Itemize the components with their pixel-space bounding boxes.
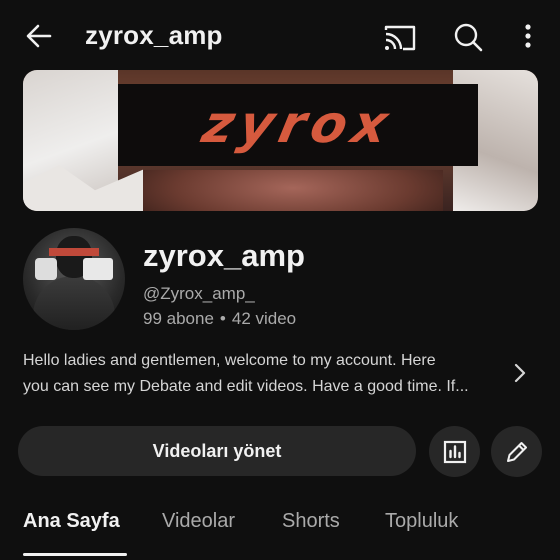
video-count: 42 video: [231, 309, 297, 328]
stats-separator: •: [219, 309, 226, 328]
top-app-bar: zyrox_amp: [0, 0, 560, 70]
channel-page: zyrox_amp zyrox zyrox_amp @Zyrox_amp_ 99…: [0, 0, 560, 560]
description-line: you can see my Debate and edit videos. H…: [23, 378, 469, 395]
avatar[interactable]: [23, 228, 125, 330]
edit-channel-button[interactable]: [491, 426, 542, 477]
more-vertical-icon: [525, 24, 531, 48]
channel-description[interactable]: Hello ladies and gentlemen, welcome to m…: [23, 348, 501, 400]
description-line: Hello ladies and gentlemen, welcome to m…: [23, 352, 436, 369]
header-title: zyrox_amp: [85, 20, 223, 50]
more-options-button[interactable]: [510, 18, 546, 58]
avatar-body: [33, 276, 115, 330]
active-tab-indicator: [23, 553, 127, 556]
tab-videos[interactable]: Videolar: [162, 510, 235, 533]
avatar-tag: [83, 258, 113, 280]
channel-banner: zyrox: [23, 70, 538, 211]
back-button[interactable]: [20, 16, 60, 56]
avatar-band: [49, 248, 99, 256]
description-expand-button[interactable]: [508, 360, 532, 386]
search-button[interactable]: [448, 18, 488, 58]
banner-logo: zyrox: [197, 95, 399, 155]
cast-icon: [384, 25, 416, 51]
manage-videos-button[interactable]: Videoları yönet: [18, 426, 416, 476]
bar-chart-icon: [443, 440, 466, 463]
arrow-left-icon: [26, 24, 52, 48]
channel-stats: 99 abone • 42 video: [143, 309, 296, 329]
avatar-mark: [35, 258, 57, 280]
tab-home[interactable]: Ana Sayfa: [23, 510, 120, 533]
channel-handle: @Zyrox_amp_: [143, 284, 255, 303]
channel-name: zyrox_amp: [143, 238, 305, 273]
tab-shorts[interactable]: Shorts: [282, 510, 340, 533]
subscriber-count: 99 abone: [143, 309, 214, 328]
pencil-icon: [506, 441, 527, 462]
analytics-button[interactable]: [429, 426, 480, 477]
cast-button[interactable]: [380, 18, 420, 58]
tab-community[interactable]: Topluluk: [385, 510, 458, 533]
channel-tabs: Ana Sayfa Videolar Shorts Topluluk: [0, 500, 560, 560]
banner-figure: [143, 170, 443, 211]
search-icon: [454, 23, 483, 52]
chevron-right-icon: [514, 363, 526, 383]
